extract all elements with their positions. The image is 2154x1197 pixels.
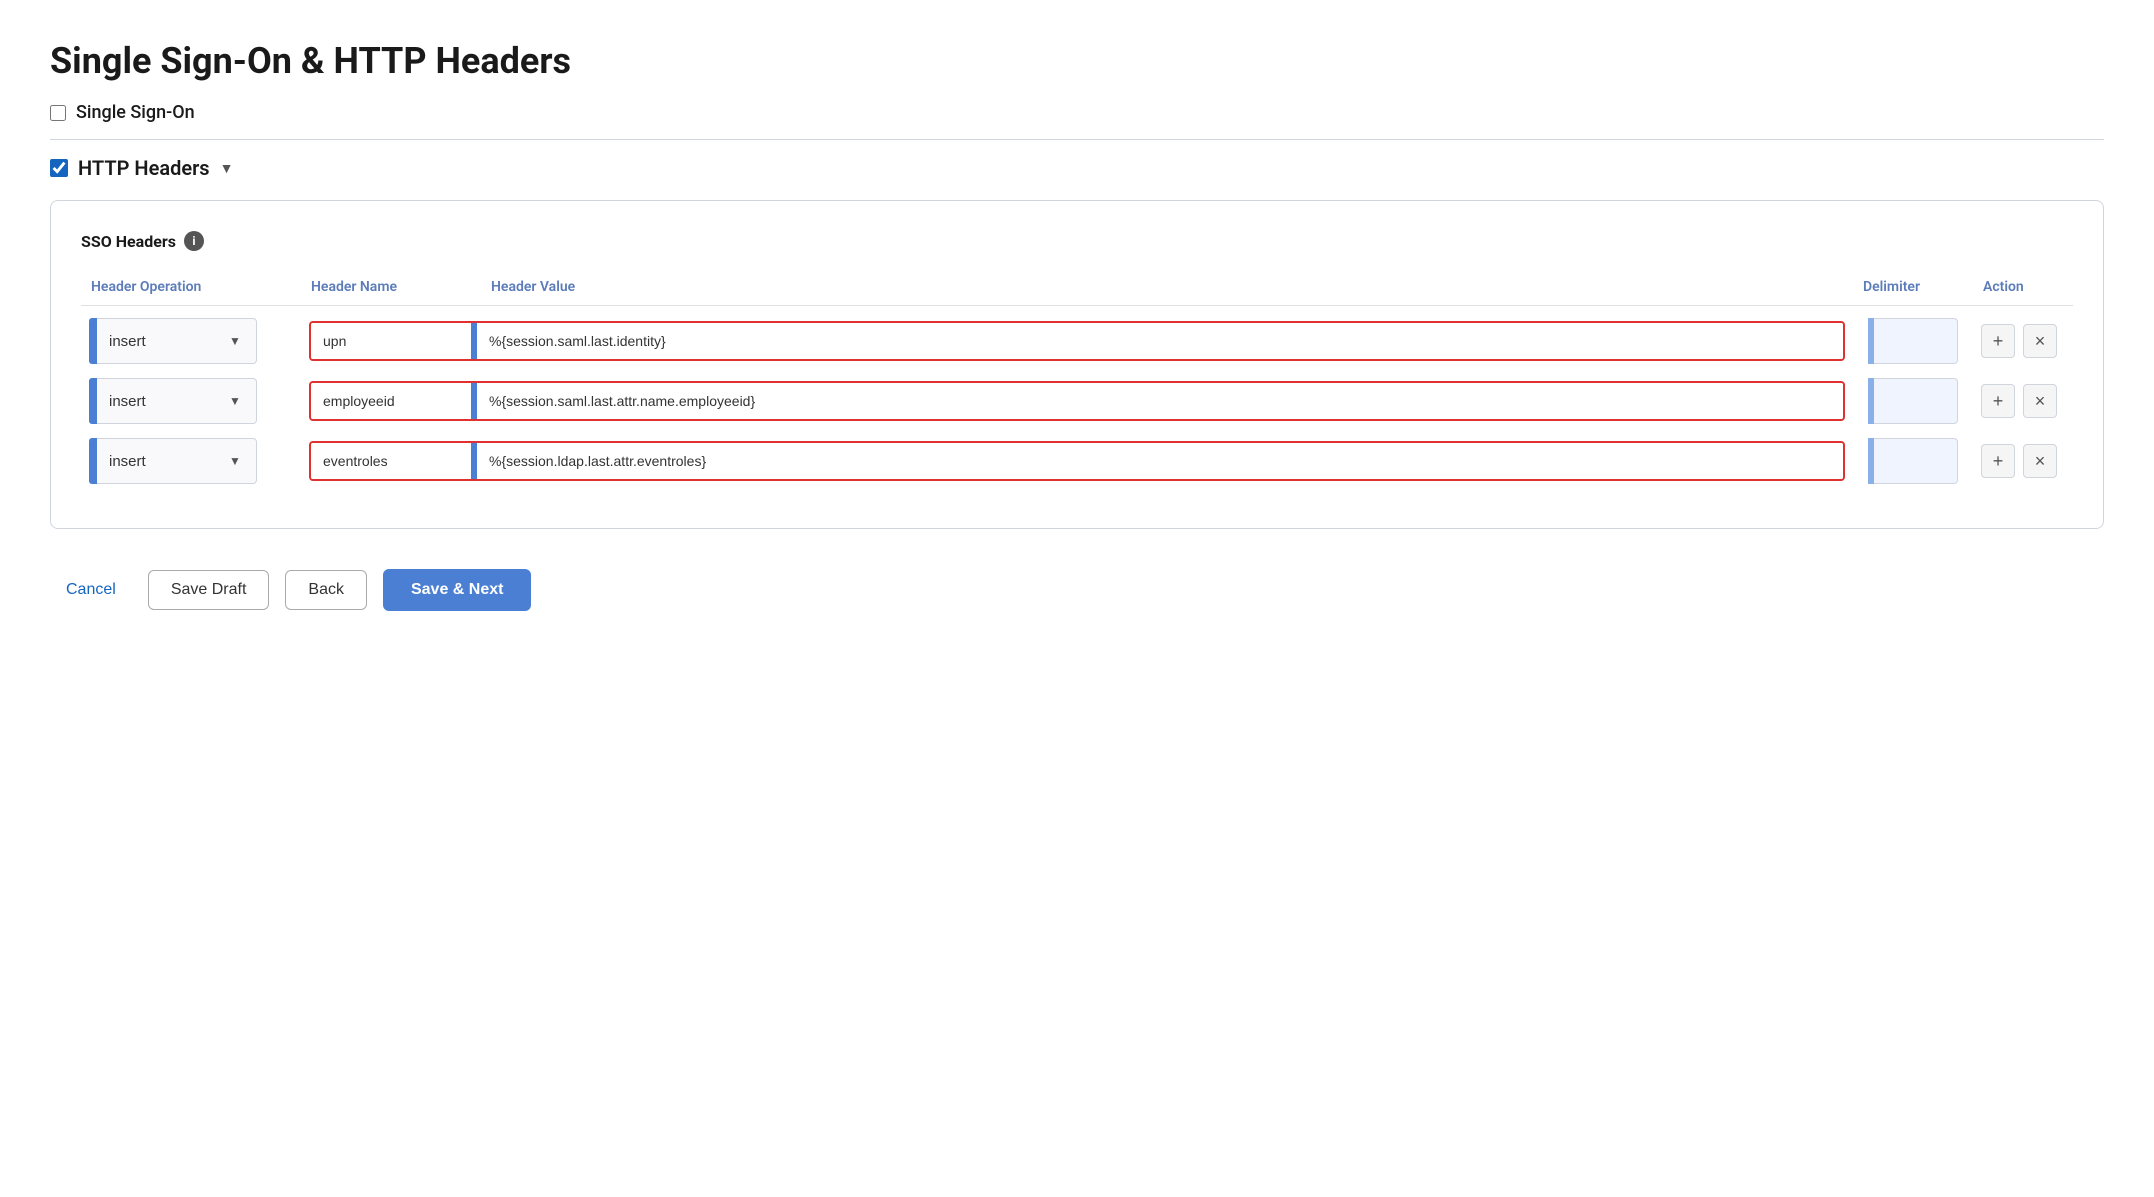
sso-headers-label: SSO Headers i <box>81 231 2073 251</box>
add-row-button-2[interactable]: + <box>1981 384 2015 418</box>
select-wrapper-3: insert replace delete remove ▼ <box>89 438 293 484</box>
remove-row-button-1[interactable]: × <box>2023 324 2057 358</box>
col-header-operation: Header Operation <box>81 279 301 295</box>
page-title: Single Sign-On & HTTP Headers <box>50 40 2104 82</box>
sso-checkbox[interactable] <box>50 105 66 121</box>
sso-headers-table: Header Operation Header Name Header Valu… <box>81 269 2073 484</box>
table-row: insert replace delete remove ▼ <box>81 318 2073 364</box>
divider <box>50 139 2104 140</box>
sso-headers-text: SSO Headers <box>81 232 176 251</box>
name-value-cell-3 <box>301 441 1853 481</box>
http-headers-panel: SSO Headers i Header Operation Header Na… <box>50 200 2104 529</box>
action-cell-1: + × <box>1973 324 2073 358</box>
name-input-1[interactable] <box>311 323 471 359</box>
col-header-action: Action <box>1973 279 2073 295</box>
delimiter-cell-2 <box>1853 378 1973 424</box>
http-headers-label: HTTP Headers <box>78 156 210 180</box>
name-value-cell-2 <box>301 381 1853 421</box>
sso-label: Single Sign-On <box>76 102 195 123</box>
delimiter-box-2 <box>1868 378 1958 424</box>
delimiter-input-2[interactable] <box>1874 378 1958 424</box>
blue-bar-3 <box>89 438 97 484</box>
delimiter-input-3[interactable] <box>1874 438 1958 484</box>
name-input-3[interactable] <box>311 443 471 479</box>
http-headers-dropdown-arrow[interactable]: ▼ <box>220 160 234 177</box>
table-header: Header Operation Header Name Header Valu… <box>81 269 2073 306</box>
delimiter-cell-3 <box>1853 438 1973 484</box>
back-button[interactable]: Back <box>285 570 367 610</box>
http-headers-toggle-section: HTTP Headers ▼ <box>50 156 2104 180</box>
select-wrapper-2: insert replace delete remove ▼ <box>89 378 293 424</box>
remove-row-button-3[interactable]: × <box>2023 444 2057 478</box>
sso-toggle-section: Single Sign-On <box>50 102 2104 123</box>
col-header-value: Header Value <box>481 279 1853 295</box>
value-input-3[interactable] <box>477 443 1843 479</box>
operation-cell-2: insert replace delete remove ▼ <box>81 378 301 424</box>
select-wrapper-1: insert replace delete remove ▼ <box>89 318 293 364</box>
delimiter-box-1 <box>1868 318 1958 364</box>
name-input-2[interactable] <box>311 383 471 419</box>
value-input-1[interactable] <box>477 323 1843 359</box>
http-headers-checkbox[interactable] <box>50 159 68 177</box>
delimiter-cell-1 <box>1853 318 1973 364</box>
operation-select-3[interactable]: insert replace delete remove <box>97 438 257 484</box>
save-draft-button[interactable]: Save Draft <box>148 570 270 610</box>
add-row-button-3[interactable]: + <box>1981 444 2015 478</box>
table-row: insert replace delete remove ▼ <box>81 378 2073 424</box>
operation-select-2[interactable]: insert replace delete remove <box>97 378 257 424</box>
delimiter-input-1[interactable] <box>1874 318 1958 364</box>
info-icon[interactable]: i <box>184 231 204 251</box>
input-group-1 <box>309 321 1845 361</box>
blue-bar-2 <box>89 378 97 424</box>
blue-bar-1 <box>89 318 97 364</box>
input-group-3 <box>309 441 1845 481</box>
input-group-2 <box>309 381 1845 421</box>
cancel-button[interactable]: Cancel <box>50 571 132 609</box>
footer: Cancel Save Draft Back Save & Next <box>50 569 2104 611</box>
col-header-name: Header Name <box>301 279 481 295</box>
action-cell-2: + × <box>1973 384 2073 418</box>
action-cell-3: + × <box>1973 444 2073 478</box>
col-header-delimiter: Delimiter <box>1853 279 1973 295</box>
add-row-button-1[interactable]: + <box>1981 324 2015 358</box>
remove-row-button-2[interactable]: × <box>2023 384 2057 418</box>
operation-cell-1: insert replace delete remove ▼ <box>81 318 301 364</box>
value-input-2[interactable] <box>477 383 1843 419</box>
save-next-button[interactable]: Save & Next <box>383 569 532 611</box>
operation-select-1[interactable]: insert replace delete remove <box>97 318 257 364</box>
name-value-cell-1 <box>301 321 1853 361</box>
delimiter-box-3 <box>1868 438 1958 484</box>
operation-cell-3: insert replace delete remove ▼ <box>81 438 301 484</box>
table-row: insert replace delete remove ▼ <box>81 438 2073 484</box>
